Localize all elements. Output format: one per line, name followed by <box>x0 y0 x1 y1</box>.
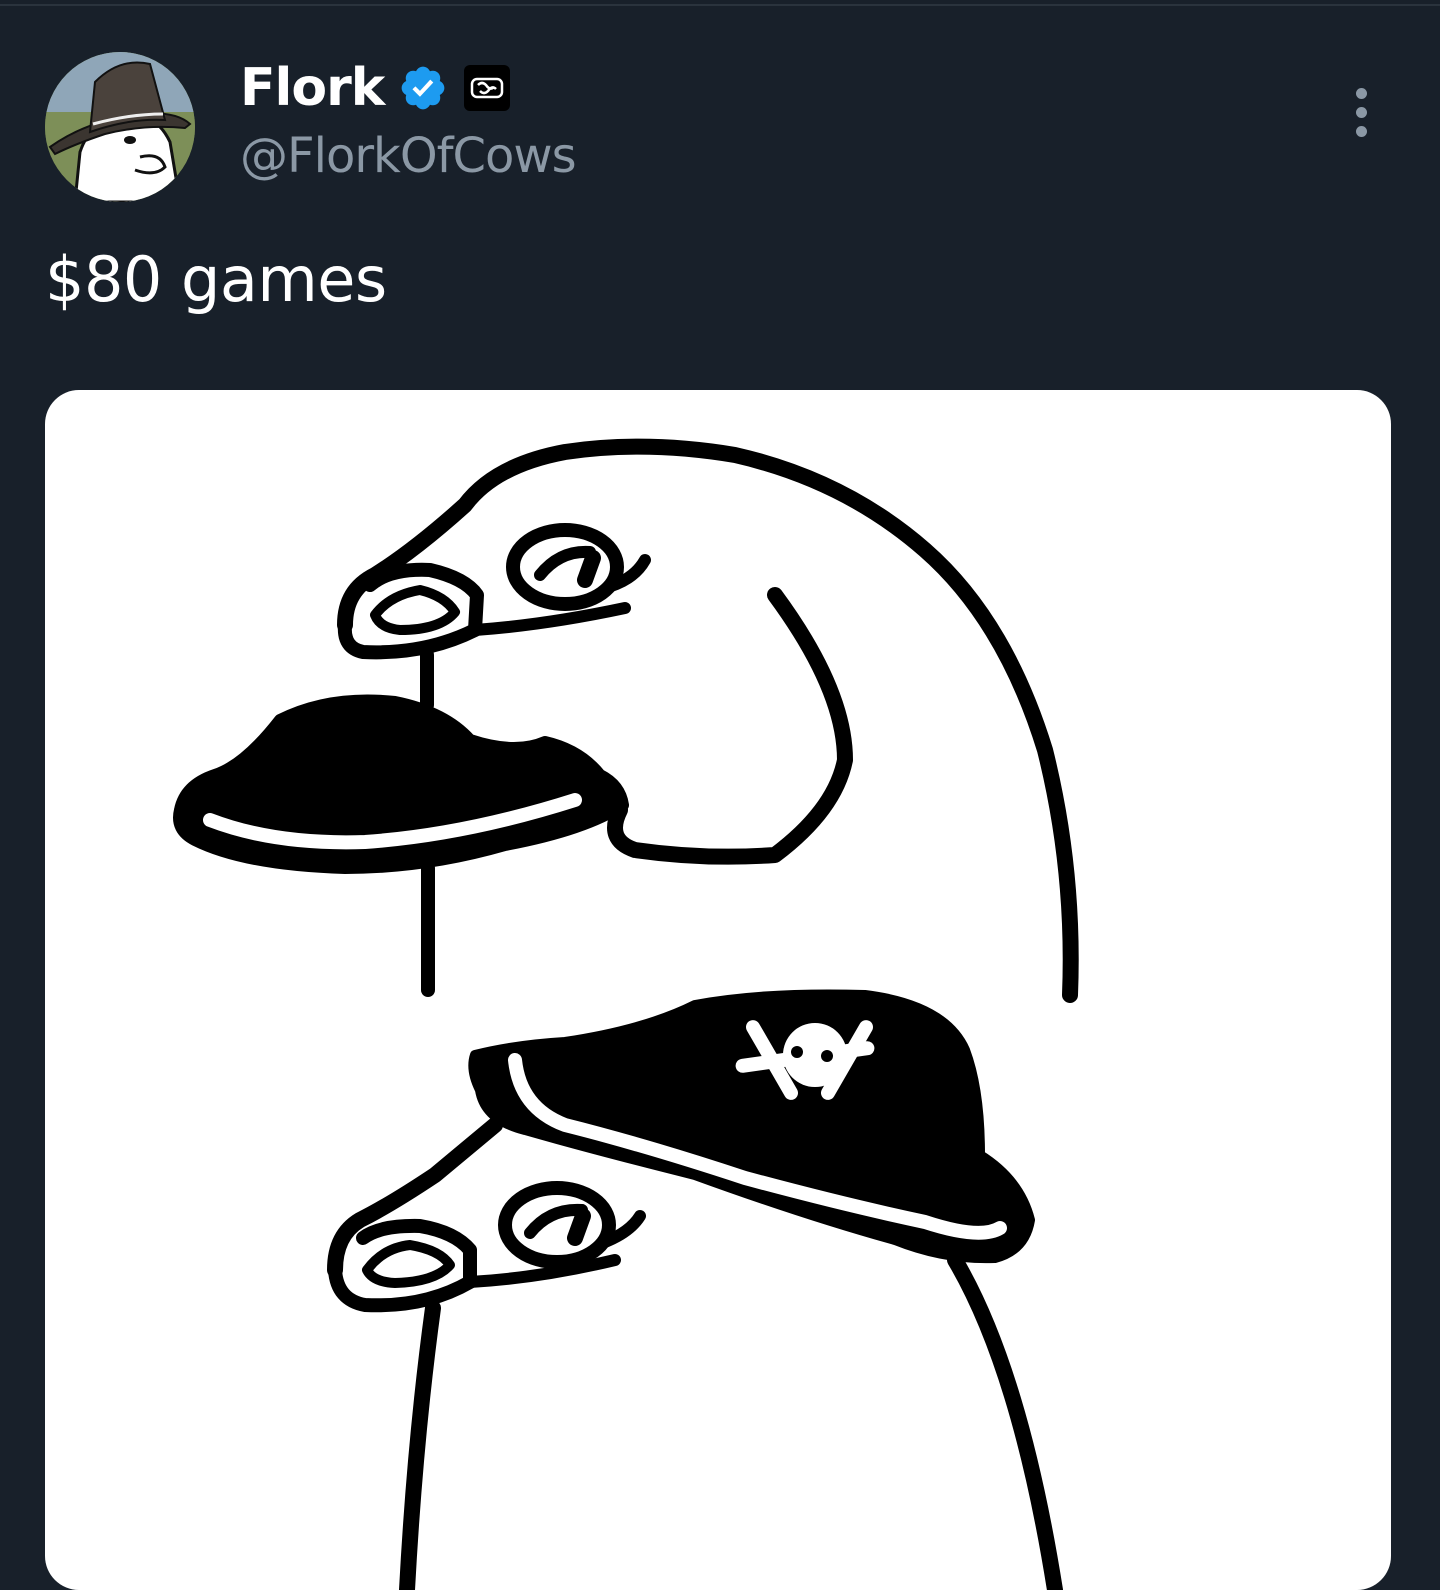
tweet: Flork @FlorkOfCows $80 games <box>0 0 1440 1590</box>
author-row: Flork <box>240 56 511 120</box>
author-handle[interactable]: @FlorkOfCows <box>240 126 577 186</box>
author-name[interactable]: Flork <box>240 56 385 120</box>
more-options-icon <box>1355 87 1367 99</box>
flork-pirate-meme-image <box>173 438 1079 1590</box>
flork-avatar-icon <box>45 52 195 202</box>
more-options-icon-dot <box>1355 106 1367 118</box>
author-avatar[interactable] <box>45 52 195 202</box>
affiliate-badge-icon[interactable] <box>464 65 511 111</box>
tweet-media[interactable] <box>45 390 1391 1590</box>
tweet-text: $80 games <box>45 243 387 316</box>
affiliate-logo-icon <box>471 77 504 99</box>
more-options-icon-dot <box>1355 125 1367 137</box>
verified-badge-icon[interactable] <box>398 63 448 113</box>
more-options-button[interactable] <box>1336 80 1386 144</box>
